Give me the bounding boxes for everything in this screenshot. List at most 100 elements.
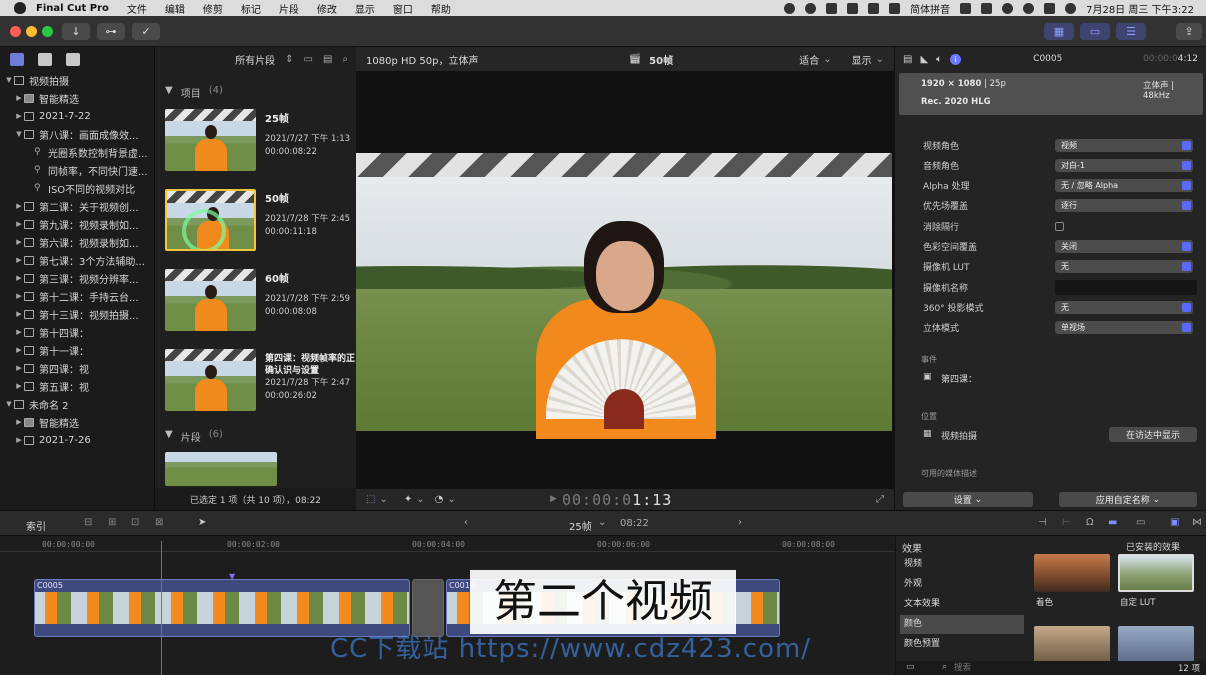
- effects-category[interactable]: 颜色: [900, 615, 1024, 634]
- clips-section-header[interactable]: ▼ 片段 (6): [165, 429, 223, 444]
- audio-inspector-icon[interactable]: 🔈︎: [936, 54, 942, 65]
- menu-file[interactable]: 文件: [127, 1, 147, 16]
- audio-skimming-icon[interactable]: ⊢: [1062, 517, 1071, 528]
- photos-audio-icon[interactable]: [38, 52, 52, 66]
- search-icon[interactable]: ⌕: [342, 54, 348, 65]
- library-row[interactable]: ▼ 第八课：画面成像效...: [0, 125, 154, 143]
- project-thumb-60[interactable]: [165, 269, 256, 331]
- view-options-dropdown[interactable]: 显示: [852, 52, 872, 67]
- disclosure-triangle-icon[interactable]: ▶: [14, 292, 24, 300]
- select-tool-icon[interactable]: ➤: [198, 517, 206, 528]
- inspector-popup[interactable]: 无: [1055, 260, 1193, 274]
- disclosure-triangle-icon[interactable]: ▶: [14, 328, 24, 336]
- inspector-text-field[interactable]: [1055, 279, 1197, 295]
- library-row[interactable]: ▶ 2021-7-26: [0, 431, 154, 449]
- disclosure-triangle-icon[interactable]: ▶: [14, 220, 24, 228]
- disclosure-triangle-icon[interactable]: ▶: [14, 94, 24, 102]
- library-row[interactable]: ⚲ ISO不同的视频对比: [0, 179, 154, 197]
- menu-view[interactable]: 显示: [355, 1, 375, 16]
- disclosure-triangle-icon[interactable]: ▶: [14, 256, 24, 264]
- inspector-popup[interactable]: 无 / 忽略 Alpha: [1055, 179, 1193, 193]
- library-row[interactable]: ▶ 第三课：视频分辨率...: [0, 269, 154, 287]
- play-status-icon[interactable]: [868, 2, 880, 14]
- installed-effects-dropdown[interactable]: 已安装的效果: [1126, 540, 1180, 553]
- battery-icon[interactable]: [981, 2, 993, 14]
- menu-window[interactable]: 窗口: [393, 1, 413, 16]
- menu-clip[interactable]: 片段: [279, 1, 299, 16]
- skimming-icon[interactable]: ⊣: [1038, 517, 1047, 528]
- menu-help[interactable]: 帮助: [431, 1, 451, 16]
- menubar-clock[interactable]: 7月28日 周三 下午3:22: [1086, 1, 1194, 16]
- timecode-display[interactable]: 00:00:01:13: [562, 491, 672, 509]
- effects-browser-icon[interactable]: ▣: [1170, 517, 1179, 528]
- projects-section-header[interactable]: ▼ 项目 (4): [165, 85, 223, 100]
- menu-app-name[interactable]: Final Cut Pro: [36, 3, 109, 14]
- video-canvas[interactable]: [356, 71, 894, 489]
- disclosure-triangle-icon[interactable]: ▼: [14, 130, 24, 138]
- effects-category[interactable]: 视频: [900, 555, 1024, 574]
- menu-modify[interactable]: 修改: [317, 1, 337, 16]
- volume-icon[interactable]: [889, 2, 901, 14]
- library-row[interactable]: ⚲ 同帧率，不同快门速...: [0, 161, 154, 179]
- disclosure-triangle-icon[interactable]: ▼: [165, 429, 173, 444]
- inspector-toggle-button[interactable]: ☰: [1116, 23, 1146, 40]
- effect-thumb[interactable]: [1118, 626, 1194, 664]
- inspector-popup[interactable]: 视频: [1055, 138, 1193, 152]
- library-row[interactable]: ▶ 第十二课：手持云台...: [0, 287, 154, 305]
- apple-menu-icon[interactable]: [14, 2, 26, 14]
- marker-icon[interactable]: ▼: [229, 572, 235, 581]
- browser-toggle-button[interactable]: ▦: [1044, 23, 1074, 40]
- effects-category[interactable]: 颜色预置: [900, 635, 1024, 654]
- display-icon[interactable]: [847, 2, 859, 14]
- library-row[interactable]: ▶ 第十四课：: [0, 323, 154, 341]
- cursor-icon[interactable]: [805, 2, 817, 14]
- playhead[interactable]: [161, 541, 162, 675]
- inspector-checkbox[interactable]: [1055, 221, 1064, 231]
- solo-headphones-icon[interactable]: Ω: [1086, 517, 1094, 528]
- play-icon[interactable]: ▶: [550, 494, 557, 504]
- effect-thumb-custom-lut[interactable]: [1118, 554, 1194, 592]
- insert-clip-icon[interactable]: ⊞: [108, 517, 116, 528]
- disclosure-triangle-icon[interactable]: ▶: [14, 418, 24, 426]
- effect-thumb-tint[interactable]: [1034, 554, 1110, 592]
- inspector-popup[interactable]: 关闭: [1055, 240, 1193, 253]
- zoom-fit-dropdown[interactable]: 适合: [799, 52, 819, 67]
- project-thumb-50[interactable]: [165, 189, 256, 251]
- disclosure-triangle-icon[interactable]: ▶: [14, 202, 24, 210]
- library-row[interactable]: ▶ 第六课：视频录制如...: [0, 233, 154, 251]
- clip-appearance-icon[interactable]: ▭: [303, 54, 312, 65]
- wifi-icon[interactable]: [1002, 2, 1014, 14]
- fullscreen-icon[interactable]: ⤢: [876, 494, 884, 505]
- wechat-icon[interactable]: [826, 2, 838, 14]
- inspector-popup[interactable]: 无: [1055, 300, 1193, 314]
- effects-search-input[interactable]: [954, 662, 1104, 674]
- timeline-ruler[interactable]: 00:00:00:00 00:00:02:00 00:00:04:00 00:00:0…: [0, 536, 895, 552]
- color-inspector-icon[interactable]: ◣: [920, 54, 928, 65]
- libraries-icon[interactable]: [10, 52, 24, 66]
- disclosure-triangle-icon[interactable]: ▶: [14, 436, 24, 444]
- siri-icon[interactable]: [1065, 2, 1077, 14]
- connect-clip-icon[interactable]: ⊟: [84, 517, 92, 528]
- history-forward-icon[interactable]: ›: [738, 517, 742, 528]
- disclosure-triangle-icon[interactable]: ▶: [14, 346, 24, 354]
- keyword-button[interactable]: ⊶: [97, 23, 125, 40]
- overwrite-clip-icon[interactable]: ⊠: [155, 517, 163, 528]
- chevron-down-icon[interactable]: ⌄: [379, 494, 387, 505]
- share-button[interactable]: ⇪: [1176, 23, 1202, 40]
- library-row[interactable]: ▶ 第五课：视: [0, 377, 154, 395]
- chevron-down-icon[interactable]: ⌄: [823, 54, 831, 65]
- library-row[interactable]: ⚲ 光圈系数控制背景虚...: [0, 143, 154, 161]
- disclosure-triangle-icon[interactable]: ▶: [14, 112, 24, 120]
- video-inspector-icon[interactable]: ▤: [903, 54, 912, 65]
- disclosure-triangle-icon[interactable]: ▶: [14, 274, 24, 282]
- library-row[interactable]: ▶ 智能精选: [0, 413, 154, 431]
- input-method[interactable]: 简体拼音: [910, 1, 950, 16]
- menu-edit[interactable]: 编辑: [165, 1, 185, 16]
- close-window-button[interactable]: [10, 26, 21, 37]
- effects-category[interactable]: 文本效果: [900, 595, 1024, 614]
- clip-thumb[interactable]: [165, 452, 277, 486]
- menu-trim[interactable]: 修剪: [203, 1, 223, 16]
- titles-generators-icon[interactable]: [66, 52, 80, 66]
- clip-filter-dropdown[interactable]: 所有片段: [235, 52, 275, 67]
- inspector-popup[interactable]: 单视场: [1055, 321, 1193, 335]
